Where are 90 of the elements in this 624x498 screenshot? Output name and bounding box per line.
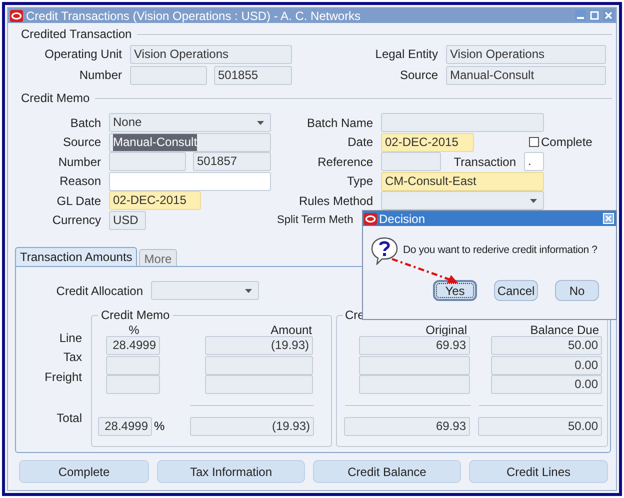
field-label: Rules Method <box>298 192 373 210</box>
field-label: Source <box>62 134 101 152</box>
action-button[interactable]: Credit Lines <box>469 460 608 483</box>
amount-field[interactable]: 69.93 <box>359 336 470 356</box>
dialog-button[interactable]: Cancel <box>494 280 538 301</box>
app-logo-icon <box>10 10 23 22</box>
maximize-icon[interactable] <box>589 10 600 21</box>
row-label: Tax <box>63 349 82 366</box>
checkbox-label: Complete <box>541 134 592 152</box>
section-heading: Credit Memo <box>21 90 90 107</box>
dropdown-field[interactable] <box>151 281 259 300</box>
field-label: Batch <box>69 114 101 132</box>
field-label: Reference <box>316 154 373 171</box>
dropdown-field[interactable] <box>381 191 544 210</box>
action-button[interactable]: Tax Information <box>157 460 305 483</box>
amount-field[interactable]: 28.4999 <box>106 336 160 356</box>
field-label: Date <box>346 134 373 152</box>
text-field[interactable] <box>109 152 186 172</box>
text-field[interactable]: Manual-Consult <box>446 66 606 84</box>
dialog-title: Decision <box>379 210 426 228</box>
section-heading: Credited Transaction <box>21 26 132 43</box>
row-label: Freight <box>44 368 82 386</box>
text-field[interactable]: 501855 <box>214 66 292 84</box>
field-label: Number <box>78 67 122 84</box>
text-field[interactable]: 02-DEC-2015 <box>381 132 474 152</box>
action-button[interactable]: Credit Balance <box>313 460 461 483</box>
text-field[interactable]: . <box>524 152 544 172</box>
field-label: Operating Unit <box>44 46 122 63</box>
text-field[interactable]: Manual-Consult <box>109 132 271 152</box>
app-logo-icon <box>364 212 377 224</box>
column-header: Original <box>424 324 467 336</box>
amount-field[interactable]: 50.00 <box>491 336 602 356</box>
amount-field[interactable]: 28.4999 <box>98 416 152 436</box>
field-label: Reason <box>58 173 101 190</box>
dropdown-caret-icon <box>245 288 252 292</box>
pointer-arrow <box>391 257 459 285</box>
field-label: Currency <box>51 212 101 230</box>
dropdown-field[interactable]: None <box>109 113 271 132</box>
amount-field[interactable] <box>106 356 160 375</box>
dialog-message: Do you want to rederive credit information ? <box>403 243 598 258</box>
field-label: Credit Allocation <box>55 282 143 300</box>
text-field[interactable]: USD <box>109 210 146 230</box>
text-field[interactable] <box>381 113 544 132</box>
field-label: GL Date <box>56 192 101 210</box>
column-header: Amount <box>270 324 312 336</box>
text-field[interactable] <box>109 172 271 191</box>
text-field[interactable]: Vision Operations <box>130 44 292 64</box>
amount-field[interactable]: 69.93 <box>344 416 470 436</box>
group-heading: Credit Memo <box>100 307 171 324</box>
row-label: Line <box>59 330 82 347</box>
amount-field[interactable]: 50.00 <box>478 416 602 436</box>
percent-sign: % <box>154 418 166 435</box>
field-label: Legal Entity <box>374 46 438 63</box>
amount-field[interactable] <box>106 375 160 394</box>
tab[interactable]: Transaction Amounts <box>15 247 138 266</box>
dropdown-caret-icon <box>257 120 264 125</box>
field-label: Transaction <box>452 154 516 171</box>
field-label: Source <box>398 67 438 84</box>
amount-field[interactable] <box>205 375 313 394</box>
text-field[interactable] <box>381 152 441 172</box>
text-field[interactable]: CM-Consult-East <box>381 172 544 191</box>
dropdown-caret-icon <box>530 198 537 203</box>
amount-field[interactable] <box>359 375 470 394</box>
question-icon <box>371 237 398 265</box>
column-header: Balance Due <box>529 324 599 336</box>
amount-field[interactable]: (19.93) <box>205 336 313 356</box>
amount-field[interactable] <box>205 356 313 375</box>
window-title: Credit Transactions (Vision Operations : USD) - A. C. Networks <box>26 8 362 24</box>
text-field[interactable]: Vision Operations <box>446 44 606 64</box>
field-label: Batch Name <box>306 114 373 132</box>
field-label: Number <box>57 154 101 171</box>
field-label: Split Term Meth <box>277 213 354 228</box>
dialog-button[interactable]: Yes <box>433 280 477 301</box>
text-field[interactable]: 501857 <box>193 152 271 172</box>
column-header: % <box>128 324 140 336</box>
checkbox[interactable] <box>529 137 539 148</box>
dialog-button[interactable]: No <box>555 280 599 301</box>
close-icon[interactable] <box>603 10 614 21</box>
amount-field[interactable]: (19.93) <box>190 416 314 436</box>
amount-field[interactable] <box>359 356 470 375</box>
minimize-icon[interactable] <box>575 10 586 21</box>
amount-field[interactable]: 0.00 <box>491 356 602 375</box>
row-label: Total <box>56 410 82 427</box>
amount-field[interactable]: 0.00 <box>491 375 602 394</box>
text-field[interactable]: 02-DEC-2015 <box>109 191 201 210</box>
action-button[interactable]: Complete <box>19 460 149 483</box>
field-label: Type <box>346 173 373 190</box>
text-field[interactable] <box>130 66 207 84</box>
tab[interactable]: More <box>139 249 177 266</box>
close-icon[interactable] <box>603 213 614 224</box>
